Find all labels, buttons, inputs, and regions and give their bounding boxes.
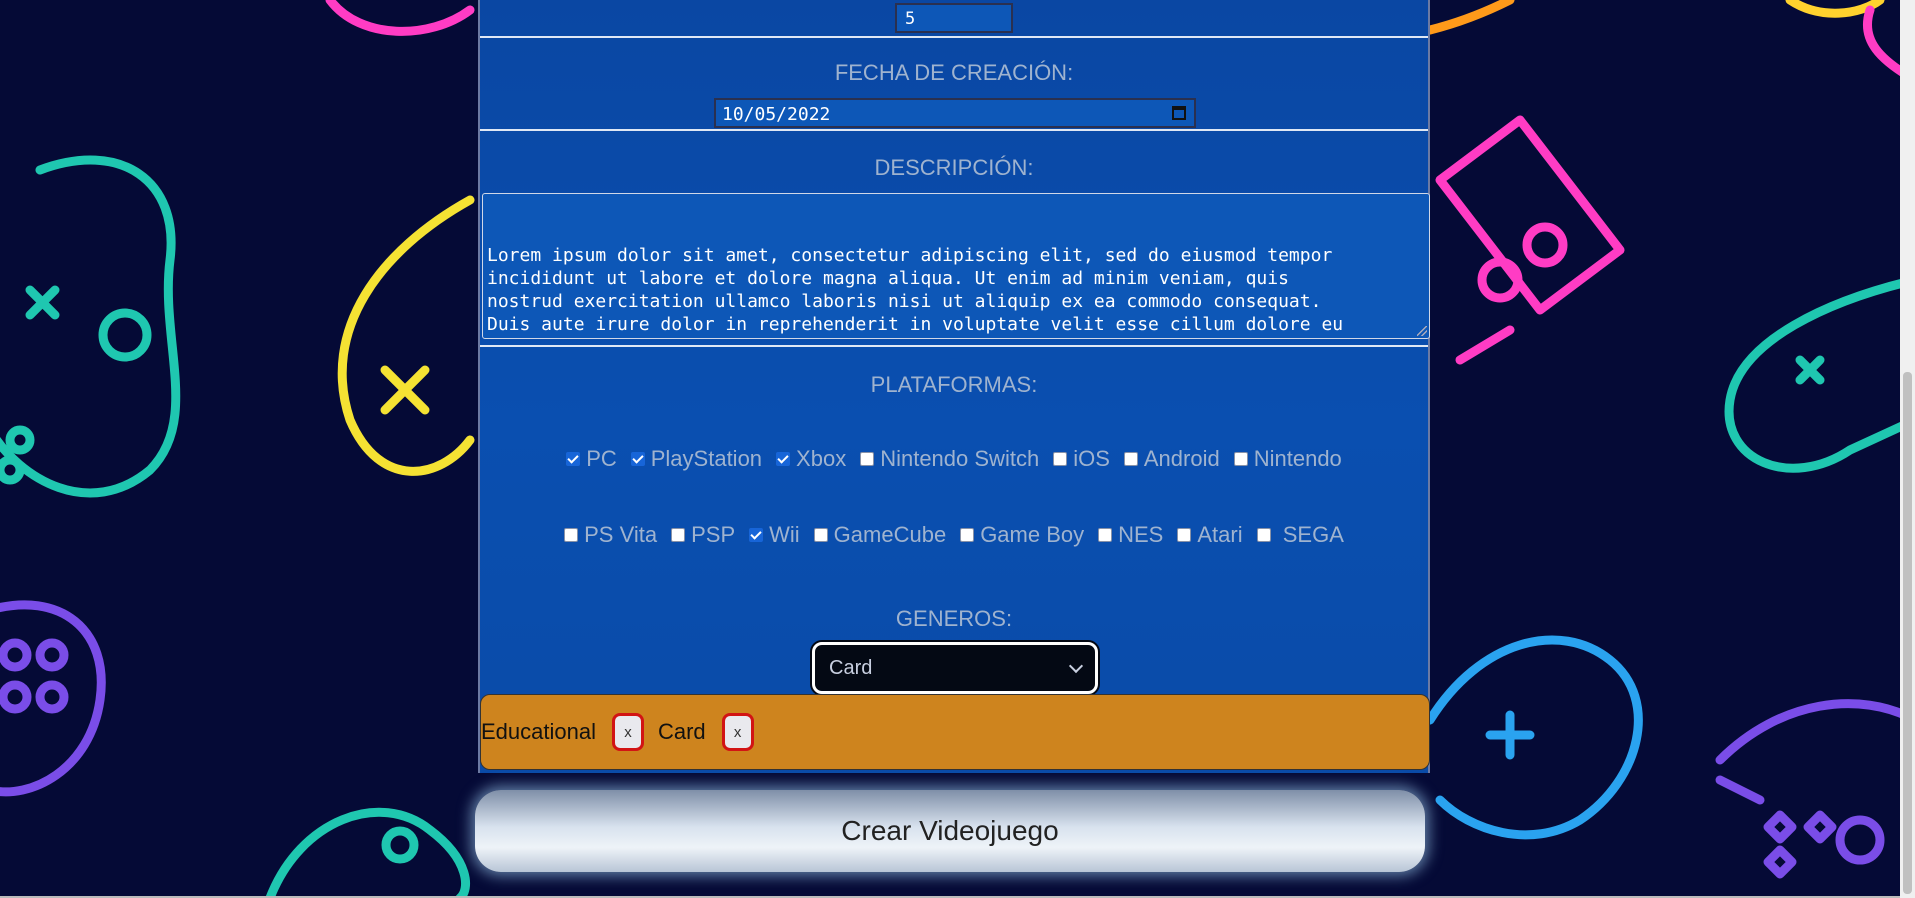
platform-label: PSP (691, 522, 736, 547)
description-line: Duis aute irure dolor in reprehenderit i… (487, 314, 1344, 335)
platform-checkbox-nes[interactable]: NES (1098, 522, 1163, 548)
remove-genre-button[interactable]: x (611, 713, 644, 751)
platform-checkbox-android[interactable]: Android (1123, 446, 1220, 472)
gamepad-icon (1724, 275, 1915, 473)
creation-date-value: 10/05/2022 (722, 104, 831, 125)
platform-label: Android (1143, 446, 1220, 471)
platform-checkbox-psp[interactable]: PSP (671, 522, 735, 548)
platform-label: SEGA (1276, 522, 1344, 547)
gamepad-icon (325, 0, 475, 36)
scrollbar-thumb[interactable] (1903, 372, 1912, 894)
gamepad-icon (0, 600, 106, 797)
checkbox-checked-icon[interactable] (749, 528, 764, 542)
platform-label: PS Vita (584, 522, 658, 547)
rating-input[interactable]: 5 (895, 3, 1013, 33)
checkbox-unchecked-icon[interactable] (860, 452, 875, 466)
gamepad-icon (0, 155, 181, 498)
platform-checkbox-gamecube[interactable]: GameCube (813, 522, 947, 548)
checkbox-unchecked-icon[interactable] (1233, 452, 1248, 466)
platform-checkbox-ps-vita[interactable]: PS Vita (564, 522, 657, 548)
platform-checkbox-pc[interactable]: PC (566, 446, 617, 472)
genres-select[interactable]: Card (812, 642, 1098, 694)
resize-grip-icon[interactable] (1417, 326, 1427, 336)
platform-label: PC (586, 446, 617, 471)
create-game-button-label: Crear Videojuego (841, 815, 1059, 846)
gamepad-icon (265, 807, 470, 898)
checkbox-checked-icon[interactable] (776, 452, 791, 466)
divider (480, 36, 1428, 38)
platform-label: Nintendo (1253, 446, 1342, 471)
gamepad-icon (1715, 699, 1915, 879)
description-line: nostrud exercitation ullamco laboris nis… (487, 291, 1322, 312)
checkbox-unchecked-icon[interactable] (1177, 528, 1192, 542)
platform-label: GameCube (833, 522, 947, 547)
checkbox-unchecked-icon[interactable] (1123, 452, 1138, 466)
platform-label: NES (1118, 522, 1164, 547)
description-line: incididunt ut labore et dolore magna ali… (487, 268, 1289, 289)
checkbox-checked-icon[interactable] (566, 452, 581, 466)
vertical-scrollbar[interactable] (1900, 0, 1915, 898)
gamepad-icon (1435, 115, 1625, 365)
platform-label: Wii (769, 522, 800, 547)
platform-checkbox-playstation[interactable]: PlayStation (630, 446, 763, 472)
description-line: fugiat nulla pariatur. Excepteur sint oc… (487, 336, 1425, 338)
description-label: DESCRIPCIÓN: (874, 155, 1034, 180)
genre-chip-label: Card (657, 719, 706, 744)
gamepad-icon (337, 195, 475, 476)
checkbox-unchecked-icon[interactable] (960, 528, 975, 542)
divider (480, 129, 1428, 131)
create-game-button[interactable]: Crear Videojuego (475, 790, 1425, 872)
platform-label: iOS (1073, 446, 1110, 471)
platform-label: Game Boy (980, 522, 1085, 547)
checkbox-checked-icon[interactable] (630, 452, 645, 466)
platform-checkbox-wii[interactable]: Wii (749, 522, 800, 548)
checkbox-unchecked-icon[interactable] (813, 528, 828, 542)
description-line: Lorem ipsum dolor sit amet, consectetur … (487, 245, 1333, 266)
gamepad-icon (1425, 0, 1515, 35)
platform-checkbox-nintendo[interactable]: Nintendo (1233, 446, 1342, 472)
platform-checkbox-game-boy[interactable]: Game Boy (960, 522, 1084, 548)
description-textarea[interactable]: Lorem ipsum dolor sit amet, consectetur … (482, 193, 1430, 339)
platform-checkbox-ios[interactable]: iOS (1053, 446, 1110, 472)
checkbox-unchecked-icon[interactable] (1053, 452, 1068, 466)
platform-label: PlayStation (650, 446, 763, 471)
remove-genre-button[interactable]: x (721, 713, 754, 751)
genre-chip-label: Educational (481, 719, 596, 744)
platform-checkbox-xbox[interactable]: Xbox (776, 446, 846, 472)
platform-label: Xbox (796, 446, 847, 471)
checkbox-unchecked-icon[interactable] (671, 528, 686, 542)
platforms-label: PLATAFORMAS: (870, 372, 1038, 397)
chevron-down-icon (1068, 658, 1084, 673)
checkbox-unchecked-icon[interactable] (564, 528, 579, 542)
creation-date-input[interactable]: 10/05/2022 (714, 98, 1196, 128)
genres-select-value: Card (829, 656, 873, 679)
platform-label: Atari (1197, 522, 1243, 547)
platform-checkbox-sega[interactable]: SEGA (1256, 522, 1344, 548)
checkbox-unchecked-icon[interactable] (1098, 528, 1113, 542)
divider (480, 345, 1428, 347)
platform-checkbox-nintendo-switch[interactable]: Nintendo Switch (860, 446, 1039, 472)
checkbox-unchecked-icon[interactable] (1256, 528, 1271, 542)
platform-label: Nintendo Switch (880, 446, 1040, 471)
selected-genres-list: Educational x Card x (480, 694, 1430, 770)
platform-checkbox-atari[interactable]: Atari (1177, 522, 1243, 548)
genres-label: GENEROS: (895, 606, 1013, 631)
platforms-row-1: PC PlayStation Xbox Nintendo Switch iOS Andro… (480, 445, 1428, 473)
creation-date-label: FECHA DE CREACIÓN: (834, 60, 1074, 85)
platforms-row-2: PS Vita PSP Wii GameCube Game Boy NES Atari SE… (480, 521, 1428, 549)
gamepad-icon (1425, 635, 1643, 840)
calendar-icon[interactable] (1172, 106, 1186, 120)
